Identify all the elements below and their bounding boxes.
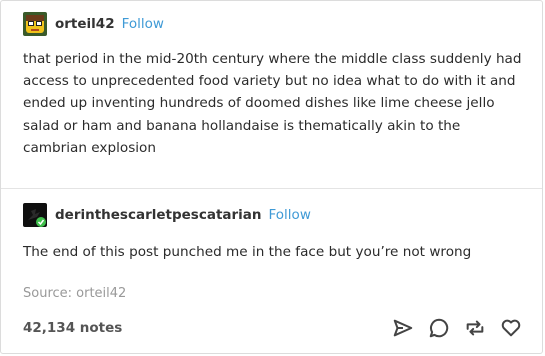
reblog-icon[interactable]	[464, 317, 486, 339]
source-link[interactable]: Source: orteil42	[23, 286, 126, 301]
reply-header: derinthescarletpescatarian Follow	[23, 202, 311, 228]
reply-avatar[interactable]	[23, 203, 47, 227]
post-body-text: that period in the mid-20th century wher…	[23, 51, 522, 156]
share-icon[interactable]	[392, 317, 414, 339]
notes-count[interactable]: 42,134 notes	[23, 320, 122, 336]
reply-username[interactable]: derinthescarletpescatarian	[55, 207, 262, 223]
avatar[interactable]	[23, 12, 47, 36]
reply-icon[interactable]	[428, 317, 450, 339]
post-follow-button[interactable]: Follow	[122, 16, 164, 32]
avatar-image	[23, 12, 47, 36]
post-footer: 42,134 notes	[23, 315, 522, 341]
reply-body-text: The end of this post punched me in the f…	[23, 244, 472, 260]
like-icon[interactable]	[500, 317, 522, 339]
post-card: orteil42 Follow that period in the mid-2…	[0, 0, 543, 354]
post-header: orteil42 Follow	[23, 11, 164, 37]
reply-follow-button[interactable]: Follow	[269, 207, 311, 223]
divider	[1, 188, 542, 189]
post-actions	[392, 317, 522, 339]
reply-avatar-image	[23, 203, 47, 227]
post-username[interactable]: orteil42	[55, 16, 115, 32]
